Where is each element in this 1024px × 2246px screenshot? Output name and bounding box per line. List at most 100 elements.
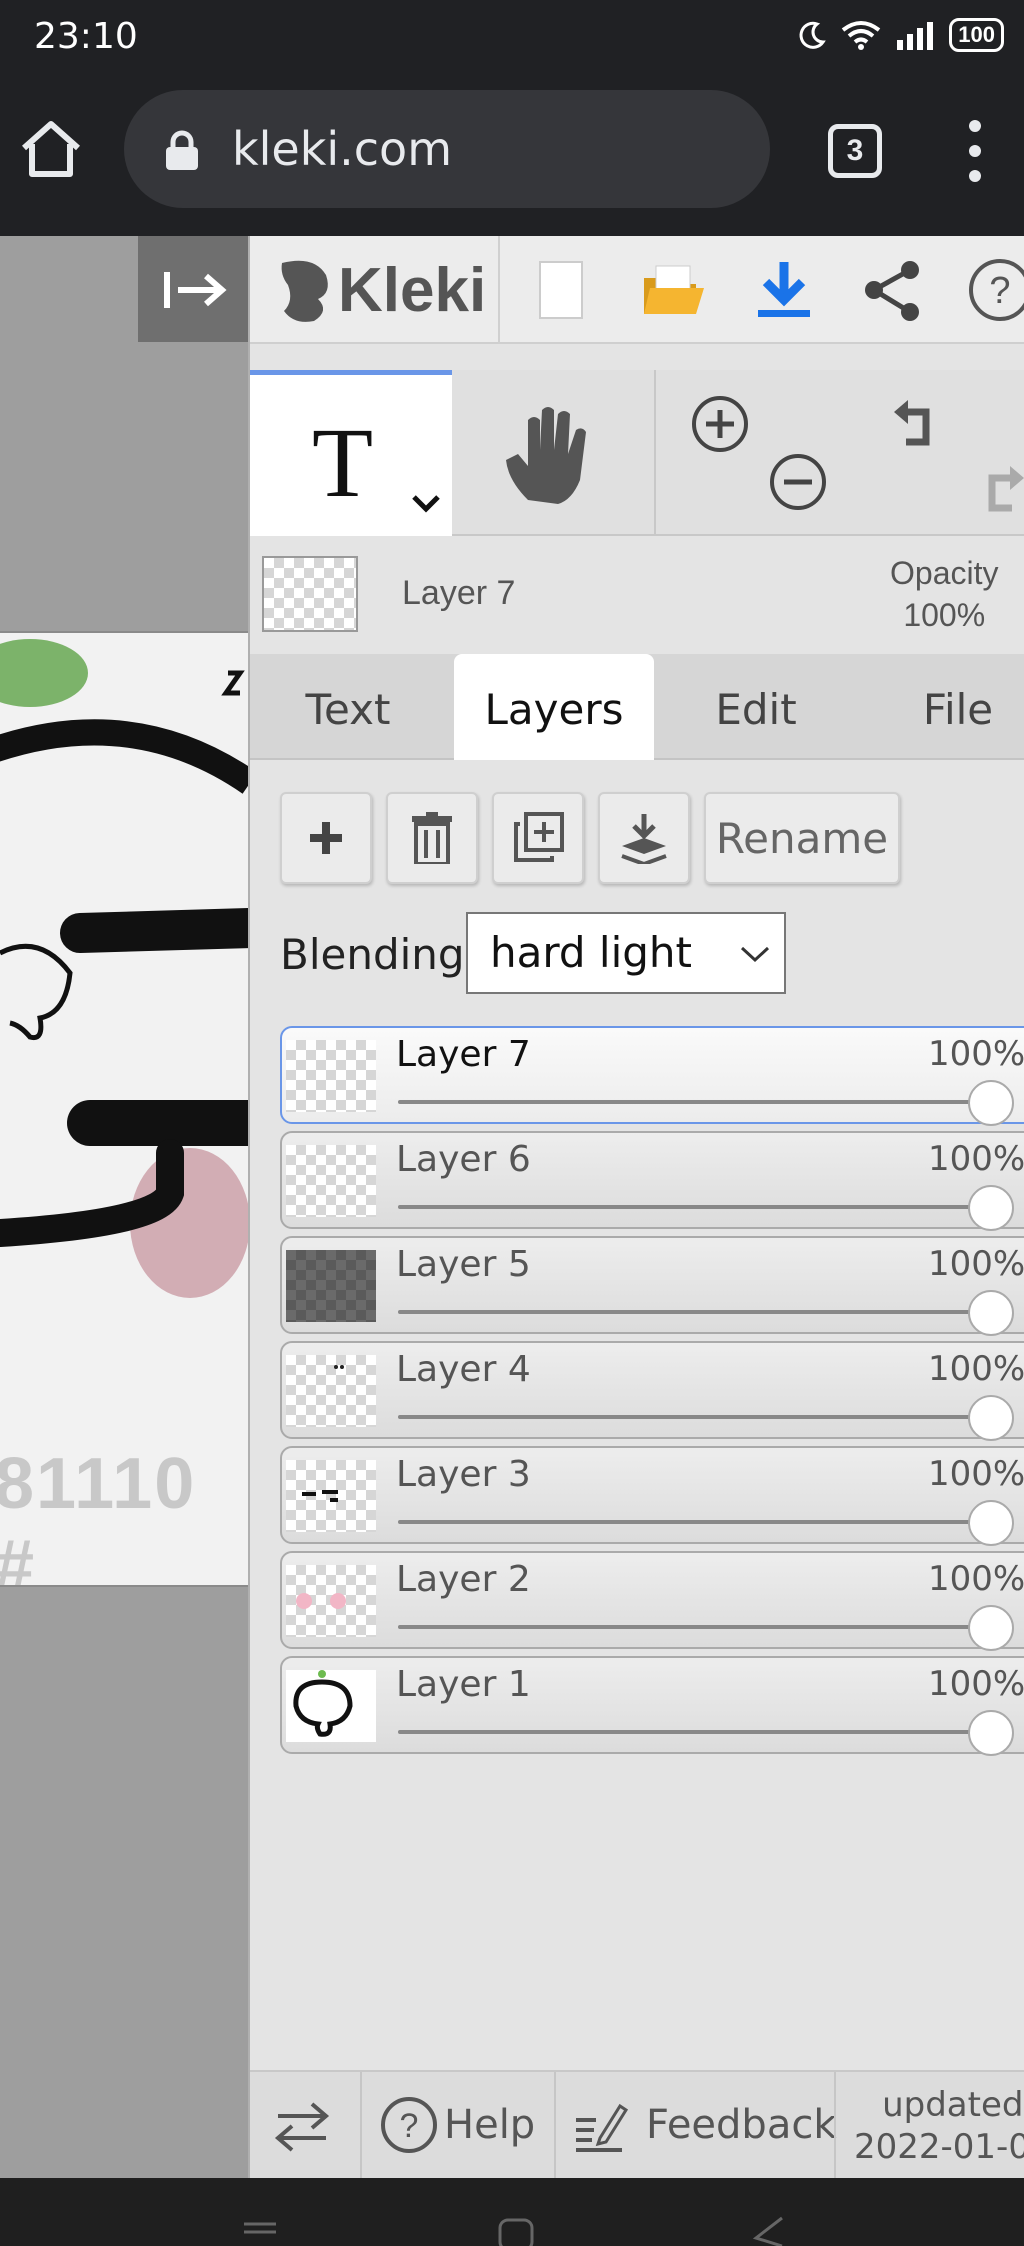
updated-info: updated 2022-01-07 xyxy=(854,2084,1024,2168)
layer-item-4[interactable]: Layer 4 100% xyxy=(280,1341,1024,1441)
merge-down-button[interactable] xyxy=(598,792,690,884)
layer-opacity-slider[interactable] xyxy=(398,1625,988,1629)
panel-footer: ? Help Feedback updated 2022-01-07 xyxy=(250,2070,1024,2178)
chevron-down-icon xyxy=(740,946,770,963)
feedback-button[interactable]: Feedback xyxy=(566,2072,837,2178)
battery-indicator: 100 xyxy=(949,18,1004,52)
delete-layer-button[interactable] xyxy=(386,792,478,884)
rename-layer-button[interactable]: Rename xyxy=(704,792,900,884)
duplicate-layer-button[interactable] xyxy=(492,792,584,884)
layer-thumbnail xyxy=(286,1355,376,1427)
help-circle-icon: ? xyxy=(381,2097,437,2153)
layer-opacity-slider[interactable] xyxy=(398,1415,988,1419)
home-icon[interactable] xyxy=(18,116,84,182)
layer-item-3[interactable]: Layer 3 100% xyxy=(280,1446,1024,1546)
drawing-canvas[interactable]: 81110 # xyxy=(0,236,248,2178)
layer-opacity-value: 100% xyxy=(928,1664,1024,1704)
zoom-in-icon[interactable] xyxy=(688,392,752,456)
layer-opacity-handle[interactable] xyxy=(968,1080,1014,1126)
layer-item-2[interactable]: Layer 2 100% xyxy=(280,1551,1024,1651)
app-topbar: Kleki ? xyxy=(250,236,1024,344)
back-nav-icon[interactable] xyxy=(748,2214,788,2246)
status-time: 23:10 xyxy=(34,16,138,57)
help-button[interactable]: ? Help xyxy=(372,2072,562,2178)
download-icon[interactable] xyxy=(750,256,818,324)
layer-opacity-handle[interactable] xyxy=(968,1500,1014,1546)
browser-menu-icon[interactable] xyxy=(960,120,990,186)
layer-thumbnail xyxy=(286,1565,376,1637)
hand-tool-icon[interactable] xyxy=(498,400,598,510)
footer-divider xyxy=(834,2072,836,2178)
current-layer-info: Layer 7 Opacity 100% xyxy=(250,536,1024,654)
layer-opacity-value: 100% xyxy=(928,1454,1024,1494)
topbar-divider xyxy=(498,236,500,344)
layer-name: Layer 4 xyxy=(396,1349,531,1390)
blending-mode-select[interactable]: hard light xyxy=(466,912,786,994)
updated-date: 2022-01-07 xyxy=(854,2127,1024,2167)
share-icon[interactable] xyxy=(860,256,928,324)
layer-list: Layer 7 100% Layer 6 100% Layer 5 100% L… xyxy=(280,1026,1024,1761)
current-layer-thumbnail xyxy=(262,556,358,632)
layer-opacity-slider[interactable] xyxy=(398,1205,988,1209)
opacity-label: Opacity xyxy=(890,555,999,591)
layer-item-1[interactable]: Layer 1 100% xyxy=(280,1656,1024,1756)
current-layer-opacity: Opacity 100% xyxy=(890,552,998,636)
tab-text[interactable]: Text xyxy=(250,654,448,760)
tool-panel: Kleki ? T Layer 7 Opacity 100% Text Laye… xyxy=(248,236,1024,2178)
zoom-out-icon[interactable] xyxy=(766,450,830,514)
layer-opacity-handle[interactable] xyxy=(968,1395,1014,1441)
layer-item-5[interactable]: Layer 5 100% xyxy=(280,1236,1024,1336)
layer-opacity-slider[interactable] xyxy=(398,1730,988,1734)
layer-opacity-handle[interactable] xyxy=(968,1605,1014,1651)
layer-name: Layer 6 xyxy=(396,1139,531,1180)
moon-icon xyxy=(799,21,827,49)
updated-label: updated xyxy=(882,2085,1024,2125)
layer-opacity-value: 100% xyxy=(928,1034,1024,1074)
footer-divider xyxy=(554,2072,556,2178)
tab-edit[interactable]: Edit xyxy=(656,654,856,760)
browser-toolbar: kleki.com 3 xyxy=(0,76,1024,236)
new-file-icon[interactable] xyxy=(526,256,594,324)
layer-thumbnail xyxy=(286,1250,376,1322)
duplicate-icon xyxy=(514,812,564,862)
layer-opacity-handle[interactable] xyxy=(968,1710,1014,1756)
address-bar[interactable]: kleki.com xyxy=(124,90,770,208)
layer-name: Layer 1 xyxy=(396,1664,531,1705)
open-folder-icon[interactable] xyxy=(640,256,708,324)
layer-item-7[interactable]: Layer 7 100% xyxy=(280,1026,1024,1126)
tab-switcher-button[interactable]: 3 xyxy=(828,124,882,178)
layer-opacity-slider[interactable] xyxy=(398,1310,988,1314)
tool-selector: T xyxy=(250,370,1024,536)
artwork-text: 81110 # xyxy=(0,1444,197,1585)
help-icon[interactable]: ? xyxy=(966,256,1024,324)
add-layer-button[interactable] xyxy=(280,792,372,884)
layer-opacity-slider[interactable] xyxy=(398,1100,988,1104)
layer-thumbnail xyxy=(286,1670,376,1742)
text-tool-button[interactable]: T xyxy=(250,370,452,536)
status-bar: 23:10 100 xyxy=(0,0,1024,76)
layer-opacity-value: 100% xyxy=(928,1559,1024,1599)
kleki-logo[interactable]: Kleki xyxy=(274,250,486,330)
layer-name: Layer 3 xyxy=(396,1454,531,1495)
blending-mode-value: hard light xyxy=(490,928,692,977)
url-text: kleki.com xyxy=(232,122,453,176)
collapse-panel-button[interactable] xyxy=(138,236,248,342)
redo-icon[interactable] xyxy=(970,458,1024,522)
tab-layers[interactable]: Layers xyxy=(454,654,654,760)
layer-name: Layer 5 xyxy=(396,1244,531,1285)
layer-name: Layer 7 xyxy=(396,1034,531,1075)
layer-thumbnail xyxy=(286,1145,376,1217)
feedback-icon xyxy=(576,2103,628,2152)
tab-file[interactable]: File xyxy=(858,654,1024,760)
undo-icon[interactable] xyxy=(884,392,948,456)
home-nav-icon[interactable] xyxy=(496,2216,536,2246)
chevron-down-icon[interactable] xyxy=(410,491,442,515)
swap-side-icon[interactable] xyxy=(274,2100,330,2152)
signal-icon xyxy=(897,22,934,50)
recents-icon[interactable] xyxy=(240,2218,280,2246)
layer-opacity-handle[interactable] xyxy=(968,1185,1014,1231)
layer-item-6[interactable]: Layer 6 100% xyxy=(280,1131,1024,1231)
layer-opacity-slider[interactable] xyxy=(398,1520,988,1524)
layer-opacity-handle[interactable] xyxy=(968,1290,1014,1336)
kleki-logo-icon xyxy=(281,260,328,322)
